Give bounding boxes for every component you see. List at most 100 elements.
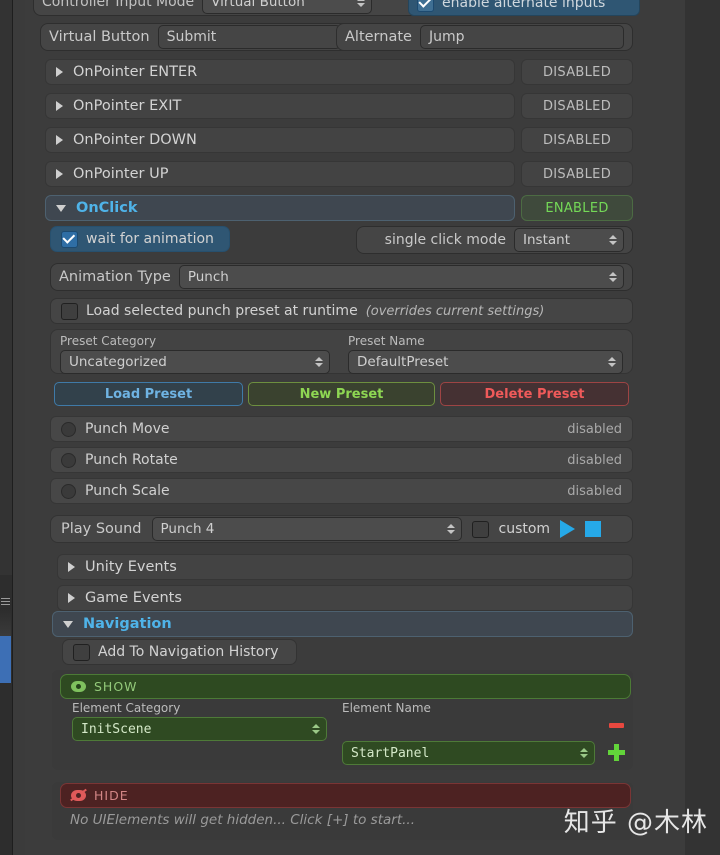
watermark: 知乎 @木林 — [563, 808, 708, 838]
event-name: OnPointer UP — [73, 166, 169, 182]
chevron-right-icon — [68, 593, 75, 603]
event-row-onpointer-enter[interactable]: OnPointer ENTER — [45, 59, 515, 85]
chevron-right-icon — [56, 67, 63, 77]
section-row-unity-events[interactable]: Unity Events — [57, 554, 633, 580]
animation-type-value: Punch — [187, 269, 229, 285]
event-status-onpointer-up[interactable]: DISABLED — [521, 161, 633, 187]
updown-arrows-icon — [446, 524, 455, 534]
add-to-navigation-history-checkbox[interactable] — [73, 643, 90, 661]
element-name-select[interactable]: StartPanel — [342, 741, 595, 765]
load-preset-at-runtime-label: Load selected punch preset at runtime — [86, 303, 358, 319]
punch-move-row[interactable]: Punch Move disabled — [50, 416, 633, 442]
wait-for-animation-checkbox[interactable] — [61, 230, 78, 248]
play-sound-bar: Play Sound Punch 4 custom — [50, 515, 633, 543]
section-row-game-events[interactable]: Game Events — [57, 585, 633, 611]
updown-arrows-icon — [609, 272, 617, 282]
animation-type-label: Animation Type — [59, 269, 171, 285]
preset-category-select[interactable]: Uncategorized — [60, 350, 330, 374]
preset-name-select[interactable]: DefaultPreset — [348, 350, 623, 374]
chevron-down-icon — [63, 620, 73, 628]
alternate-input[interactable]: Jump — [419, 25, 624, 49]
custom-sound-label: custom — [498, 521, 551, 537]
controller-input-mode-select[interactable]: Virtual Button — [202, 0, 373, 14]
element-category-label: Element Category — [72, 701, 181, 715]
event-status-onpointer-down[interactable]: DISABLED — [521, 127, 633, 153]
single-click-mode-value: Instant — [523, 232, 570, 248]
custom-sound-checkbox[interactable] — [471, 520, 489, 538]
new-preset-button[interactable]: New Preset — [248, 382, 435, 406]
punch-scale-state: disabled — [567, 483, 622, 499]
play-sound-value: Punch 4 — [160, 521, 215, 537]
animation-type-select[interactable]: Punch — [178, 265, 624, 289]
punch-scale-row[interactable]: Punch Scale disabled — [50, 478, 633, 504]
wait-for-animation-toggle[interactable]: wait for animation — [50, 226, 230, 252]
add-to-navigation-history-toggle[interactable]: Add To Navigation History — [62, 639, 297, 665]
single-click-mode-select[interactable]: Instant — [514, 228, 624, 252]
controller-input-mode-label: Controller Input Mode — [42, 0, 195, 10]
chevron-right-icon — [68, 562, 75, 572]
add-element-button[interactable] — [608, 744, 625, 761]
element-name-label: Element Name — [342, 701, 431, 715]
event-status-onclick[interactable]: ENABLED — [521, 195, 633, 221]
toggle-dot-icon[interactable] — [61, 452, 76, 468]
element-category-value: InitScene — [81, 721, 152, 737]
punch-rotate-state: disabled — [567, 452, 622, 468]
preset-category-label: Preset Category — [60, 334, 157, 348]
punch-move-label: Punch Move — [85, 421, 170, 437]
chevron-down-icon — [56, 204, 66, 212]
hide-label: HIDE — [94, 788, 129, 803]
toggle-dot-icon[interactable] — [61, 483, 76, 499]
alternate-bar: Alternate Jump — [336, 23, 633, 51]
enable-alternate-inputs-checkbox[interactable] — [417, 0, 434, 12]
remove-element-button[interactable] — [609, 723, 624, 728]
event-status-onpointer-exit[interactable]: DISABLED — [521, 93, 633, 119]
updown-arrows-icon — [609, 235, 617, 245]
event-row-onpointer-exit[interactable]: OnPointer EXIT — [45, 93, 515, 119]
section-name: Navigation — [83, 616, 172, 632]
punch-rotate-row[interactable]: Punch Rotate disabled — [50, 447, 633, 473]
load-preset-at-runtime-toggle[interactable]: Load selected punch preset at runtime (o… — [50, 298, 633, 324]
updown-arrows-icon — [315, 357, 323, 367]
hide-empty-message: No UIElements will get hidden... Click [… — [70, 812, 416, 828]
event-row-onclick[interactable]: OnClick — [45, 195, 515, 221]
play-sound-select[interactable]: Punch 4 — [151, 517, 462, 541]
chevron-right-icon — [56, 135, 63, 145]
show-header-bar[interactable]: SHOW — [60, 674, 631, 699]
add-to-navigation-history-label: Add To Navigation History — [98, 644, 279, 660]
preset-category-value: Uncategorized — [69, 354, 167, 370]
play-icon[interactable] — [560, 520, 576, 538]
show-label: SHOW — [94, 679, 138, 694]
load-preset-button[interactable]: Load Preset — [54, 382, 243, 406]
hide-header-bar[interactable]: HIDE — [60, 783, 631, 808]
hierarchy-selection-highlight[interactable] — [0, 636, 11, 683]
virtual-button-input[interactable]: Submit — [157, 25, 341, 49]
element-category-select[interactable]: InitScene — [72, 717, 327, 741]
single-click-mode-bar: single click mode Instant — [356, 226, 633, 254]
event-row-onpointer-up[interactable]: OnPointer UP — [45, 161, 515, 187]
stop-icon[interactable] — [585, 521, 602, 537]
punch-scale-label: Punch Scale — [85, 483, 170, 499]
punch-rotate-label: Punch Rotate — [85, 452, 178, 468]
left-dock-strip-lower — [0, 608, 11, 636]
event-name: OnPointer EXIT — [73, 98, 182, 114]
enable-alternate-inputs-toggle[interactable]: enable alternate inputs — [408, 0, 640, 16]
section-row-navigation[interactable]: Navigation — [52, 611, 633, 637]
event-status-onpointer-enter[interactable]: DISABLED — [521, 59, 633, 85]
section-name: Unity Events — [85, 559, 177, 575]
virtual-button-label: Virtual Button — [49, 29, 150, 45]
single-click-mode-label: single click mode — [384, 232, 506, 248]
drag-grip-icon[interactable] — [0, 596, 11, 606]
event-name: OnPointer ENTER — [73, 64, 198, 80]
updown-arrows-icon — [608, 357, 616, 367]
delete-preset-button[interactable]: Delete Preset — [440, 382, 629, 406]
chevron-right-icon — [56, 101, 63, 111]
enable-alternate-inputs-label: enable alternate inputs — [442, 0, 606, 11]
load-preset-at-runtime-checkbox[interactable] — [61, 302, 78, 320]
virtual-button-bar: Virtual Button Submit — [40, 23, 350, 51]
toggle-dot-icon[interactable] — [61, 421, 76, 437]
unity-inspector-window: Controller Input Mode Virtual Button ena… — [0, 0, 720, 855]
event-row-onpointer-down[interactable]: OnPointer DOWN — [45, 127, 515, 153]
element-name-value: StartPanel — [351, 745, 430, 761]
vertical-scrollbar-track[interactable] — [694, 0, 710, 855]
eye-visible-icon — [71, 681, 86, 692]
